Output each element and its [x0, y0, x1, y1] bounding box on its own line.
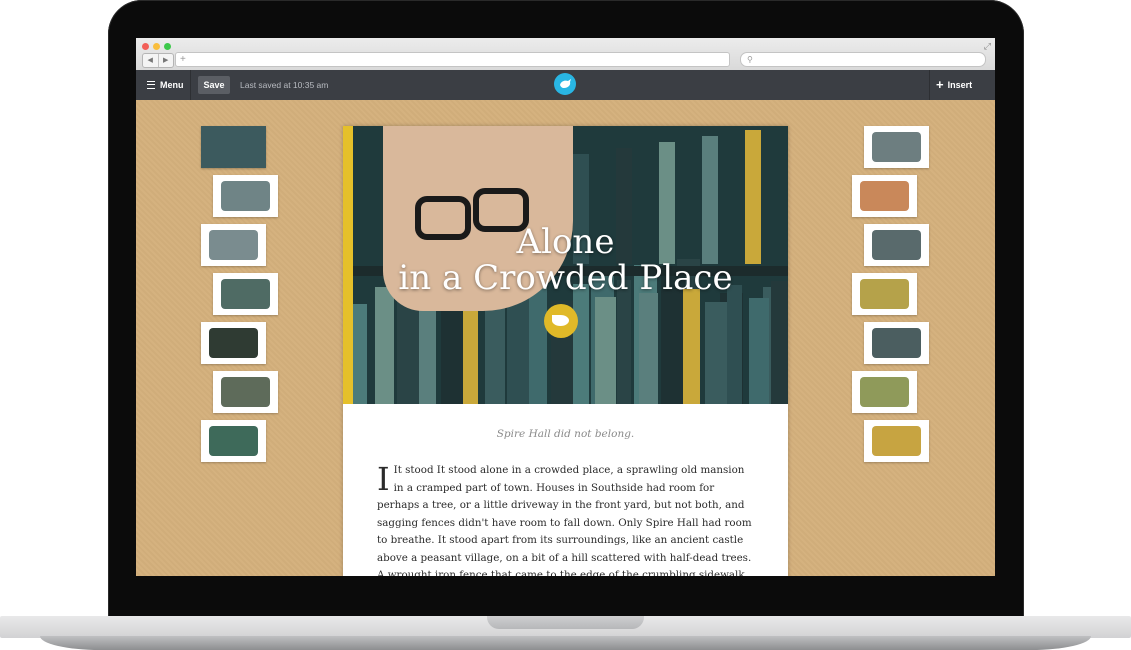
- thumbnail-art: [209, 426, 258, 456]
- story-body-text: It stood It stood alone in a crowded pla…: [377, 464, 752, 576]
- window-zoom-button[interactable]: [164, 43, 171, 50]
- book-spine-art: [617, 280, 631, 404]
- screen: ◀ ▶ + ⚲ ⤢ Menu Save Last saved at 10:35 …: [136, 38, 995, 576]
- thumb-desk-scene[interactable]: [201, 224, 266, 266]
- thumb-machinery[interactable]: [864, 126, 929, 168]
- window-close-button[interactable]: [142, 43, 149, 50]
- bird-icon: [560, 79, 571, 88]
- story-page: Alone in a Crowded Place Spire Hall did …: [343, 126, 788, 576]
- window-minimize-button[interactable]: [153, 43, 160, 50]
- address-bar[interactable]: +: [175, 52, 730, 67]
- thumbnail-art: [221, 279, 270, 309]
- laptop-notch: [487, 616, 644, 629]
- story-title-line1: Alone: [516, 222, 615, 262]
- toolbar-divider: [190, 70, 191, 100]
- thumbnail-art: [221, 181, 270, 211]
- thumb-old-woman[interactable]: [852, 371, 917, 413]
- app-toolbar: Menu Save Last saved at 10:35 am + Insert: [136, 70, 995, 100]
- thumb-dark-window[interactable]: [201, 322, 266, 364]
- hamburger-icon: [147, 80, 155, 89]
- back-arrow-icon[interactable]: ◀: [143, 54, 159, 67]
- thumbnail-art: [860, 377, 909, 407]
- thumb-autumn-tree[interactable]: [852, 175, 917, 217]
- workspace: Alone in a Crowded Place Spire Hall did …: [136, 100, 995, 576]
- thumbnail-art: [860, 279, 909, 309]
- thumbnail-art: [209, 230, 258, 260]
- browser-nav-buttons: ◀ ▶: [142, 53, 174, 68]
- thumbnail-art: [221, 377, 270, 407]
- laptop-base-bottom: [40, 636, 1091, 650]
- thumb-stacked-books[interactable]: [213, 371, 278, 413]
- book-spine-art: [771, 281, 788, 404]
- book-spine-art: [353, 304, 367, 404]
- thumb-bats-tower[interactable]: [864, 224, 929, 266]
- plus-icon[interactable]: +: [180, 53, 186, 66]
- thumbnail-art: [872, 230, 921, 260]
- last-saved-status: Last saved at 10:35 am: [240, 80, 329, 90]
- menu-button[interactable]: Menu: [147, 70, 184, 100]
- book-spine-art: [441, 296, 463, 404]
- thumbnail-art: [209, 328, 258, 358]
- search-icon: ⚲: [747, 55, 753, 64]
- browser-chrome: ◀ ▶ + ⚲ ⤢: [136, 38, 995, 71]
- book-spine-art: [595, 297, 616, 404]
- thumbnail-art: [860, 181, 909, 211]
- thumbnail-art: [872, 132, 921, 162]
- plus-icon: +: [936, 77, 944, 92]
- thumb-girl-bookshelf[interactable]: [201, 126, 266, 168]
- bird-logo-icon[interactable]: [554, 73, 576, 95]
- story-title-line2: in a Crowded Place: [398, 258, 733, 298]
- book-spine-art: [397, 300, 421, 404]
- thumbnail-art: [872, 426, 921, 456]
- drop-cap: I: [377, 460, 390, 498]
- thumb-globe[interactable]: [201, 420, 266, 462]
- story-body: I It stood It stood alone in a crowded pl…: [377, 462, 757, 576]
- insert-button[interactable]: + Insert: [936, 70, 972, 100]
- story-subtitle: Spire Hall did not belong.: [496, 428, 635, 440]
- toolbar-divider: [929, 70, 930, 100]
- bird-emblem-icon: [544, 304, 578, 338]
- forward-arrow-icon[interactable]: ▶: [159, 54, 174, 67]
- browser-search-field[interactable]: ⚲: [740, 52, 986, 67]
- thumb-bare-trees[interactable]: [864, 322, 929, 364]
- thumbnail-art: [201, 126, 266, 168]
- menu-label: Menu: [160, 80, 184, 90]
- thumb-portrait-frame[interactable]: [852, 273, 917, 315]
- book-spine-art: [639, 293, 658, 404]
- book-spine-art: [573, 284, 589, 404]
- thumb-library-room[interactable]: [213, 273, 278, 315]
- thumbnail-art: [872, 328, 921, 358]
- fullscreen-icon[interactable]: ⤢: [984, 41, 991, 52]
- book-spine-art: [705, 302, 727, 404]
- book-spine-art: [529, 288, 547, 404]
- save-button[interactable]: Save: [198, 76, 230, 94]
- book-spine-art: [749, 298, 769, 404]
- book-spine-art: [683, 289, 700, 404]
- book-spine-art: [727, 285, 742, 404]
- hero-illustration: Alone in a Crowded Place: [343, 126, 788, 404]
- insert-label: Insert: [947, 80, 973, 90]
- thumb-crystal-ball[interactable]: [213, 175, 278, 217]
- thumb-book-pages[interactable]: [864, 420, 929, 462]
- book-spine-art: [375, 287, 394, 404]
